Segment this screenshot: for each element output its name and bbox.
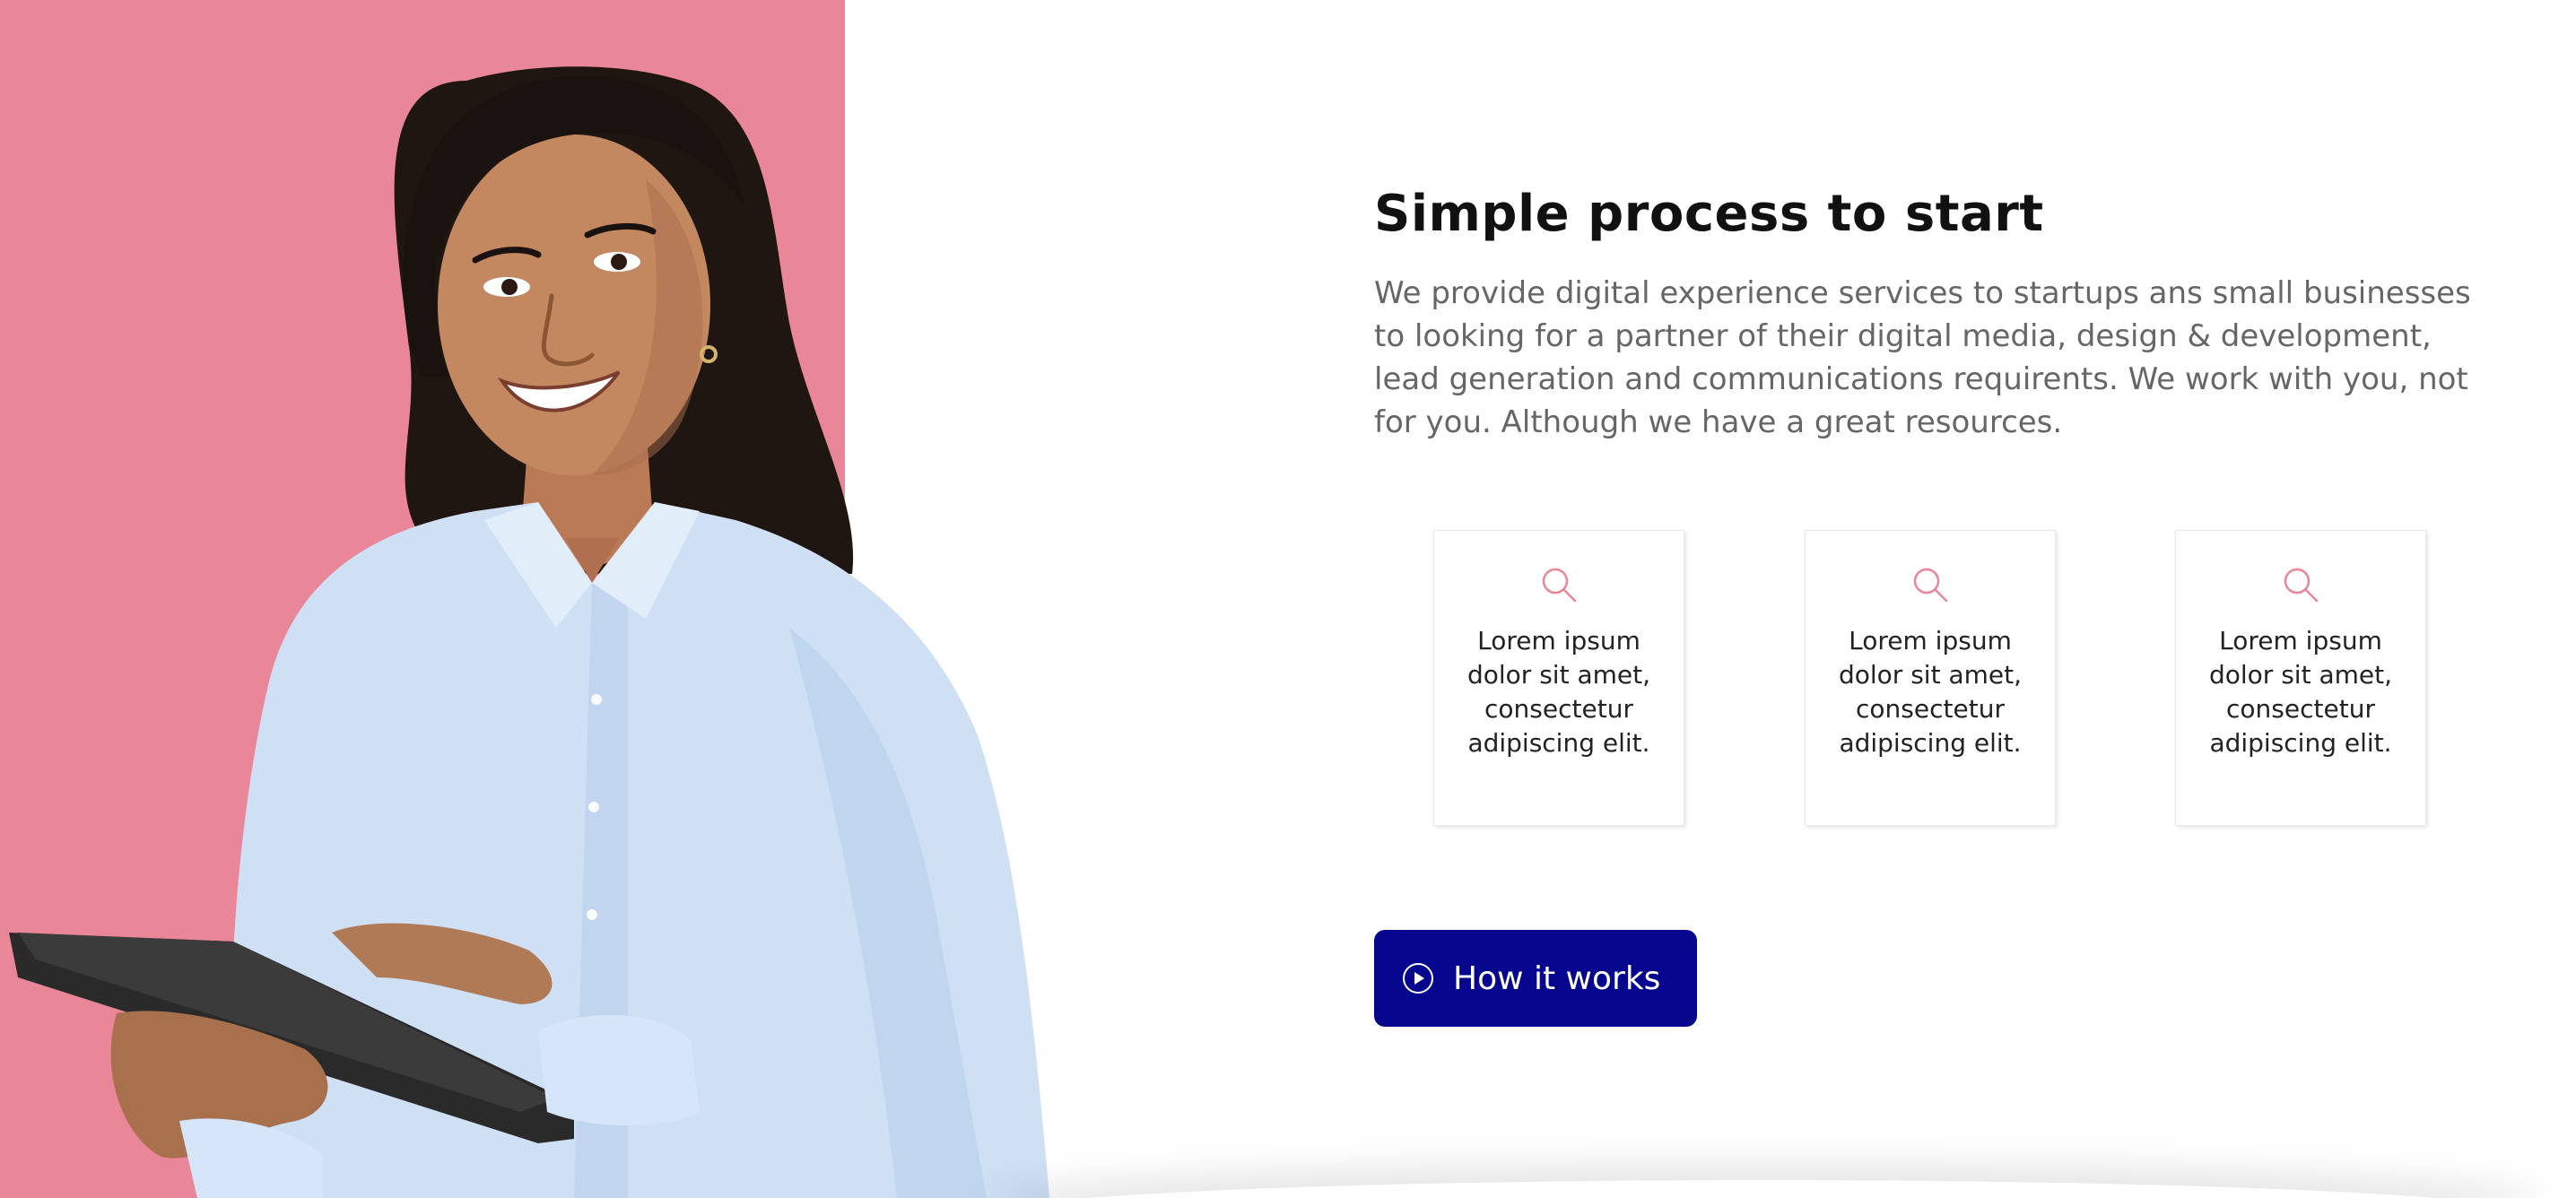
- search-icon: [1913, 568, 1948, 603]
- page: Simple process to start We provide digit…: [0, 0, 2576, 1198]
- section-bottom-shadow: [987, 1180, 2540, 1198]
- how-it-works-label: How it works: [1453, 959, 1661, 997]
- section-title: Simple process to start: [1374, 185, 2044, 243]
- feature-card-text: Lorem ipsum dolor sit amet, consectetur …: [2208, 626, 2392, 758]
- feature-card-text: Lorem ipsum dolor sit amet, consectetur …: [1838, 626, 2022, 758]
- process-section: Simple process to start We provide digit…: [1374, 175, 2486, 829]
- how-it-works-button[interactable]: How it works: [1374, 930, 1697, 1027]
- feature-card: Lorem ipsum dolor sit amet, consectetur …: [1433, 530, 1684, 826]
- hero-woman-image: [9, 66, 1049, 1198]
- search-icon: [1542, 568, 1577, 603]
- section-description: We provide digital experience services t…: [1374, 275, 2471, 440]
- feature-card-text: Lorem ipsum dolor sit amet, consectetur …: [1466, 626, 1650, 758]
- play-circle-icon: [1403, 963, 1433, 994]
- feature-cards: Lorem ipsum dolor sit amet, consectetur …: [1374, 530, 2486, 829]
- search-icon: [2284, 568, 2319, 603]
- feature-card: Lorem ipsum dolor sit amet, consectetur …: [2175, 530, 2426, 826]
- feature-card: Lorem ipsum dolor sit amet, consectetur …: [1805, 530, 2056, 826]
